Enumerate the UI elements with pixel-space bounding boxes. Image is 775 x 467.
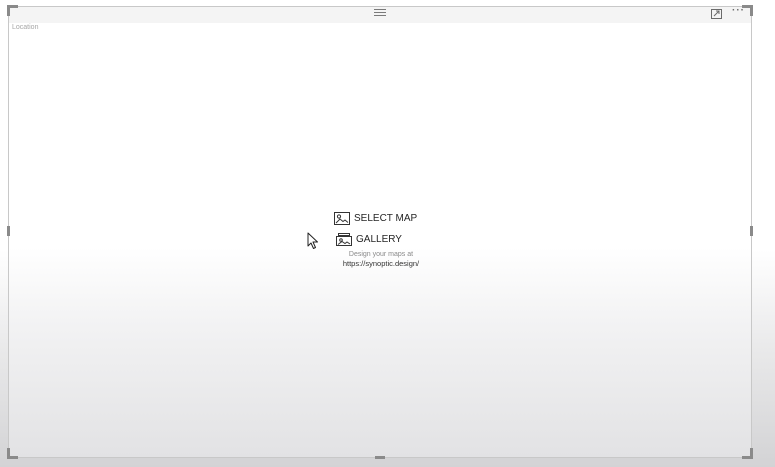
resize-corner-top-right[interactable] [742, 5, 753, 16]
resize-handle-right[interactable] [750, 226, 753, 236]
resize-corner-bottom-right[interactable] [742, 448, 753, 459]
select-map-label: SELECT MAP [354, 212, 418, 224]
focus-mode-icon[interactable] [711, 9, 722, 22]
empty-map-placeholder: SELECT MAP GALLERY Design your maps at h… [331, 209, 491, 268]
gallery-label: GALLERY [356, 233, 402, 245]
gallery-button[interactable]: GALLERY [336, 230, 491, 248]
visual-title: Location [12, 24, 39, 31]
map-image-icon [334, 211, 350, 225]
map-visual-container[interactable]: ··· Location SELECT MAP GALLERY Design y… [7, 5, 753, 459]
select-map-button[interactable]: SELECT MAP [334, 209, 491, 227]
design-caption: Design your maps at [348, 251, 414, 258]
resize-corner-top-left[interactable] [7, 5, 18, 16]
synoptic-design-link[interactable]: https://synoptic.design/ [331, 259, 431, 268]
gallery-icon [336, 232, 352, 246]
resize-corner-bottom-left[interactable] [7, 448, 18, 459]
mouse-cursor-icon [307, 232, 318, 249]
drag-handle-icon[interactable] [374, 9, 386, 17]
resize-handle-bottom[interactable] [375, 456, 385, 459]
resize-handle-left[interactable] [7, 226, 10, 236]
